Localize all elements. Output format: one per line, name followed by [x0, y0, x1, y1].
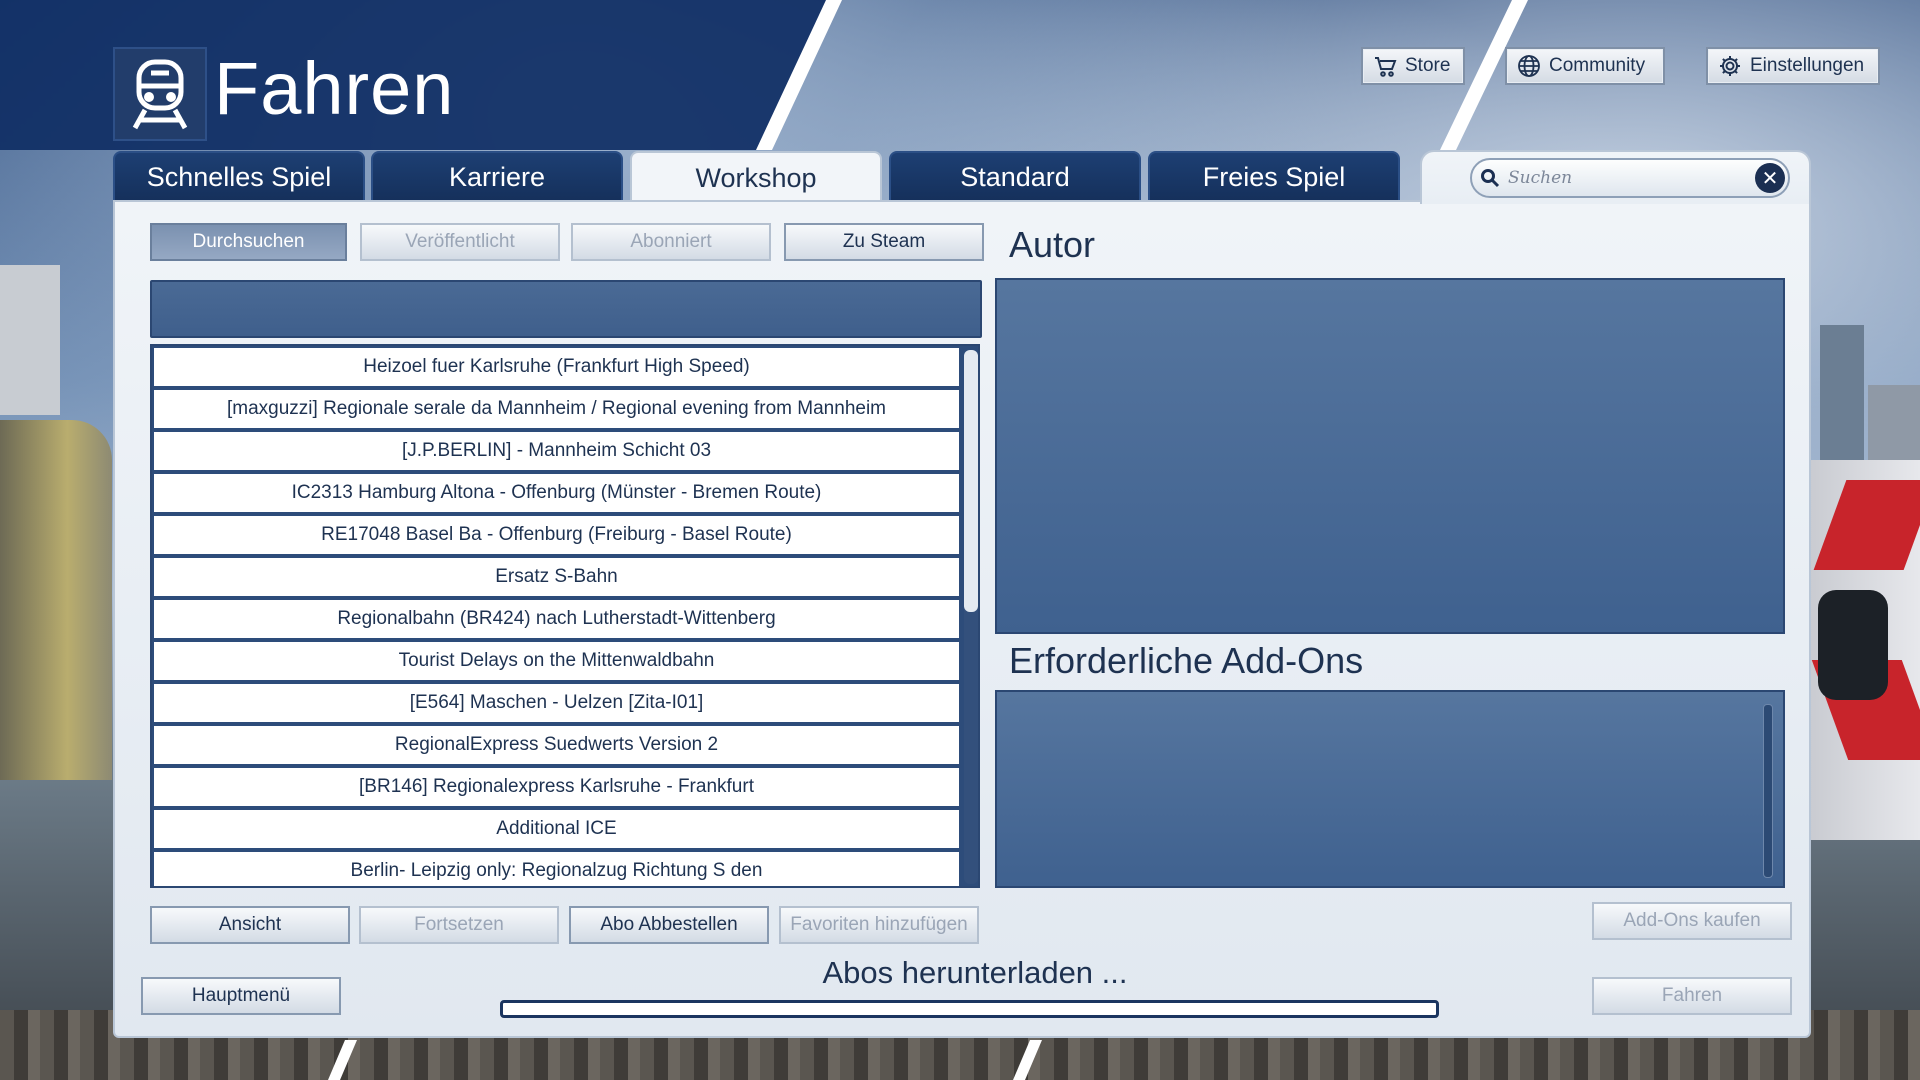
list-item[interactable]: [J.P.BERLIN] - Mannheim Schicht 03 — [154, 432, 959, 470]
list-scrollbar[interactable] — [964, 350, 978, 884]
skyscraper — [1820, 325, 1864, 465]
train-right — [1810, 460, 1920, 840]
list-item[interactable]: [E564] Maschen - Uelzen [Zita-I01] — [154, 684, 959, 722]
store-label: Store — [1405, 55, 1451, 76]
search-field[interactable]: ✕ — [1470, 158, 1790, 198]
add-favorites-button[interactable]: Favoriten hinzufügen — [779, 906, 979, 944]
cart-icon — [1375, 57, 1397, 77]
required-addons-pane — [995, 690, 1785, 888]
train-icon — [113, 47, 207, 141]
skyscraper — [0, 265, 60, 415]
tab-freies-spiel[interactable]: Freies Spiel — [1148, 151, 1400, 201]
globe-icon — [1518, 55, 1540, 77]
continue-button[interactable]: Fortsetzen — [359, 906, 559, 944]
list-item[interactable]: RegionalExpress Suedwerts Version 2 — [154, 726, 959, 764]
close-icon[interactable]: ✕ — [1755, 163, 1785, 193]
tab-standard[interactable]: Standard — [889, 151, 1141, 201]
tab-schnelles-spiel[interactable]: Schnelles Spiel — [113, 151, 365, 201]
list-item[interactable]: [BR146] Regionalexpress Karlsruhe - Fran… — [154, 768, 959, 806]
list-item[interactable]: Heizoel fuer Karlsruhe (Frankfurt High S… — [154, 348, 959, 386]
community-label: Community — [1549, 55, 1646, 76]
list-header — [150, 280, 982, 338]
drive-button[interactable]: Fahren — [1592, 977, 1792, 1015]
addons-scrollbar[interactable] — [1763, 704, 1773, 878]
train-left — [0, 420, 112, 780]
community-button[interactable]: Community — [1505, 47, 1665, 85]
list-item[interactable]: Regionalbahn (BR424) nach Lutherstadt-Wi… — [154, 600, 959, 638]
list-item[interactable]: [maxguzzi] Regionale serale da Mannheim … — [154, 390, 959, 428]
scrollbar-thumb[interactable] — [964, 350, 978, 612]
author-pane — [995, 278, 1785, 634]
author-heading: Autor — [1009, 224, 1096, 265]
workshop-list: Heizoel fuer Karlsruhe (Frankfurt High S… — [150, 344, 980, 888]
list-item[interactable]: IC2313 Hamburg Altona - Offenburg (Münst… — [154, 474, 959, 512]
page-title: Fahren — [214, 47, 455, 130]
tab-workshop[interactable]: Workshop — [630, 151, 882, 203]
search-icon — [1481, 169, 1500, 188]
settings-label: Einstellungen — [1750, 55, 1865, 76]
list-item[interactable]: Additional ICE — [154, 810, 959, 848]
view-button[interactable]: Ansicht — [150, 906, 350, 944]
list-item[interactable]: Tourist Delays on the Mittenwaldbahn — [154, 642, 959, 680]
tab-karriere[interactable]: Karriere — [371, 151, 623, 201]
download-progress-bar — [500, 1000, 1439, 1018]
buy-addons-button[interactable]: Add-Ons kaufen — [1592, 902, 1792, 940]
settings-button[interactable]: Einstellungen — [1706, 47, 1880, 85]
download-status: Abos herunterladen ... — [822, 955, 1128, 990]
list-item[interactable]: Ersatz S-Bahn — [154, 558, 959, 596]
browse-button[interactable]: Durchsuchen — [150, 223, 347, 261]
required-addons-heading: Erforderliche Add-Ons — [1009, 640, 1364, 681]
unsubscribe-button[interactable]: Abo Abbestellen — [569, 906, 769, 944]
to-steam-button[interactable]: Zu Steam — [784, 223, 984, 261]
list-item[interactable]: RE17048 Basel Ba - Offenburg (Freiburg -… — [154, 516, 959, 554]
subscribed-button[interactable]: Abonniert — [571, 223, 771, 261]
published-button[interactable]: Veröffentlicht — [360, 223, 560, 261]
store-button[interactable]: Store — [1361, 47, 1465, 85]
main-menu-button[interactable]: Hauptmenü — [141, 977, 341, 1015]
list-item[interactable]: Berlin- Leipzig only: Regionalzug Richtu… — [154, 852, 959, 886]
gear-icon — [1720, 56, 1740, 76]
search-input[interactable] — [1506, 164, 1740, 192]
